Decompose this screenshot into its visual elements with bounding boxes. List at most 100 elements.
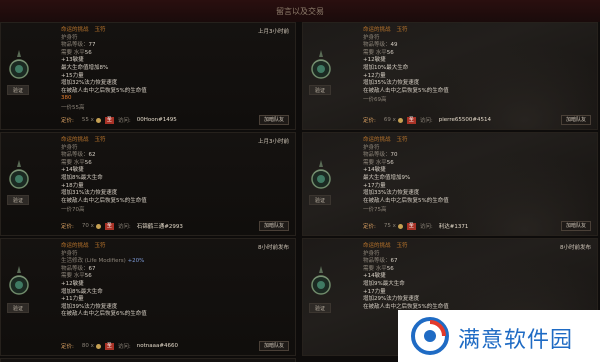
item-stat: 增加35%法力恢复速度 <box>363 80 420 87</box>
item-stat: 增加32%法力恢复速度 <box>61 80 118 87</box>
watermark-text: 满意软件园 <box>458 328 574 353</box>
item-level: 物品等级：70 <box>363 152 398 159</box>
item-info: 命运的挑战 玉符 护身符 物品等级：49 需要 水平56 +12敏捷 增加10%最大生命 +1… <box>363 27 449 105</box>
add-friend-button[interactable]: 加暗队友 <box>560 115 591 125</box>
verify-button[interactable]: 验证 <box>309 85 331 95</box>
currency-tag: 圣 <box>104 116 114 124</box>
amulet-icon <box>7 265 31 299</box>
post-time: 上月3小时前 <box>258 29 289 35</box>
watermark-logo-icon <box>411 317 449 355</box>
price-note: 一价69高 <box>363 97 387 104</box>
price-note: 一价55高 <box>61 104 85 111</box>
price-label: 定价: <box>61 118 74 124</box>
currency-tag: 圣 <box>406 222 416 230</box>
currency-tag: 圣 <box>104 342 114 350</box>
price-amount: 80 x <box>81 343 94 349</box>
listing-card[interactable]: 验证 命运的挑战 玉符 护身符 生活修改 (Life Modifiers) +20% 物品… <box>0 238 296 356</box>
currency-icon <box>95 343 101 349</box>
item-stat: 在被敌人击中之后恢复5%的生命值 <box>61 87 147 94</box>
price-note: 一价70高 <box>61 207 85 214</box>
item-info: 命运的挑战 玉符 护身符 物品等级：70 需要 水平56 +14敏捷 最大生命值增加9% +1… <box>363 137 449 215</box>
item-info: 命运的挑战 玉符 护身符 物品等级：62 需要 水平56 +14敏捷 增加8%最大生命 +18… <box>61 137 147 215</box>
item-stat: 增加31%法力恢复速度 <box>61 190 118 197</box>
verify-button[interactable]: 验证 <box>7 303 29 313</box>
visit-label: 访问: <box>117 344 131 350</box>
watermark: 满意软件园 <box>398 310 600 362</box>
amulet-icon <box>309 49 333 83</box>
item-stat: 增加29%法力恢复速度 <box>363 296 420 303</box>
item-stat: 最大生命值增加9% <box>363 174 411 181</box>
price-note: 一价75高 <box>363 207 387 214</box>
verify-button[interactable]: 验证 <box>309 195 331 205</box>
seller-name[interactable]: 利达#1371 <box>439 222 469 230</box>
seller-name[interactable]: pierre65500#4514 <box>439 117 491 123</box>
visit-label: 访问: <box>117 224 131 230</box>
item-stat: +11力量 <box>61 296 84 303</box>
item-title: 命运的挑战 玉符 <box>363 243 408 249</box>
item-stat: 在被敌人击中之后恢复6%的生命值 <box>61 311 147 318</box>
listing-card[interactable]: 验证 命运的挑战 玉符 护身符 物品等级：70 需要 水平56 +14敏捷 最大生命值增加9%… <box>302 132 598 236</box>
currency-tag: 圣 <box>104 222 114 230</box>
listing-card[interactable]: 命运的挑战玉符护身符8小时前发布 <box>0 358 296 362</box>
add-friend-button[interactable]: 加暗队友 <box>258 341 289 351</box>
amulet-icon <box>7 49 31 83</box>
top-bar: 留言以及交易 <box>0 0 600 22</box>
item-info: 命运的挑战 玉符 护身符 生活修改 (Life Modifiers) +20% 物品等级… <box>61 243 147 319</box>
price-label: 定价: <box>61 224 74 230</box>
verify-button[interactable]: 验证 <box>309 303 331 313</box>
price-amount: 55 x <box>81 117 94 123</box>
item-level: 物品等级：49 <box>363 42 398 49</box>
visit-label: 访问: <box>117 118 131 124</box>
item-info: 命运的挑战 玉符 护身符 物品等级：67 需要 水平56 +14敏捷 增加9%最大生命 +17… <box>363 243 449 311</box>
amulet-icon <box>309 159 333 193</box>
required-level: 需要 水平56 <box>61 273 92 280</box>
seller-name[interactable]: 石锦鹤三通#2993 <box>137 222 183 230</box>
verify-button[interactable]: 验证 <box>7 85 29 95</box>
seller-name[interactable]: 00Hoon#1495 <box>137 117 177 123</box>
price-label: 定价: <box>363 224 376 230</box>
item-stat: 增加10%最大生命 <box>363 64 409 71</box>
post-time: 8小时前发布 <box>560 245 591 251</box>
item-stat: +12敏捷 <box>61 280 84 287</box>
price-amount: 69 x <box>383 117 396 123</box>
currency-icon <box>397 117 403 123</box>
listing-card[interactable]: 验证 命运的挑战 玉符 护身符 物品等级：77 需要 水平56 +13敏捷 最大生命值增加8%… <box>0 22 296 130</box>
item-stat: 最大生命值增加8% <box>61 64 109 71</box>
item-stat: +14敏捷 <box>61 167 84 174</box>
currency-icon <box>397 223 403 229</box>
item-stat: +14敏捷 <box>363 273 386 280</box>
add-friend-button[interactable]: 加暗队友 <box>258 221 289 231</box>
item-extra: 380 <box>61 95 72 102</box>
currency-icon <box>95 223 101 229</box>
item-info: 命运的挑战 玉符 护身符 物品等级：77 需要 水平56 +13敏捷 最大生命值增加8% +1… <box>61 27 147 113</box>
item-title: 命运的挑战 玉符 <box>61 243 106 249</box>
item-stat: 增加9%最大生命 <box>363 280 405 287</box>
listing-footer: 定价: 55 x 圣访问: 00Hoon#1495 加暗队友 <box>61 115 289 125</box>
item-stat: 增加8%最大生命 <box>61 174 103 181</box>
item-stat: 在被敌人击中之后恢复5%的生命值 <box>363 87 449 94</box>
currency-icon <box>95 117 101 123</box>
item-stat: +13敏捷 <box>61 57 84 64</box>
item-title: 命运的挑战 玉符 <box>363 27 408 33</box>
listing-card[interactable]: 验证 命运的挑战 玉符 护身符 物品等级：62 需要 水平56 +14敏捷 增加8%最大生命 +… <box>0 132 296 236</box>
listing-card[interactable]: 验证 命运的挑战 玉符 护身符 物品等级：49 需要 水平56 +12敏捷 增加10%最大生命… <box>302 22 598 130</box>
item-stat: 增加33%法力恢复速度 <box>363 190 420 197</box>
verify-button[interactable]: 验证 <box>7 195 29 205</box>
listing-footer: 定价: 80 x 圣访问: notnaaa#4660 加暗队友 <box>61 341 289 351</box>
item-stat: +12敏捷 <box>363 57 386 64</box>
price-label: 定价: <box>61 344 74 350</box>
price-amount: 70 x <box>81 223 94 229</box>
currency-tag: 圣 <box>406 116 416 124</box>
listing-footer: 定价: 70 x 圣访问: 石锦鹤三通#2993 加暗队友 <box>61 221 289 231</box>
item-level: 物品等级：77 <box>61 42 96 49</box>
add-friend-button[interactable]: 加暗队友 <box>560 221 591 231</box>
item-title: 命运的挑战 玉符 <box>363 137 408 143</box>
visit-label: 访问: <box>419 118 433 124</box>
add-friend-button[interactable]: 加暗队友 <box>258 115 289 125</box>
seller-name[interactable]: notnaaa#4660 <box>137 343 178 349</box>
item-title: 命运的挑战 玉符 <box>61 27 106 33</box>
visit-label: 访问: <box>419 224 433 230</box>
item-level: 物品等级：67 <box>363 258 398 265</box>
post-time: 8小时前发布 <box>258 245 289 251</box>
item-stat: 在被敌人击中之后恢复5%的生命值 <box>61 197 147 204</box>
